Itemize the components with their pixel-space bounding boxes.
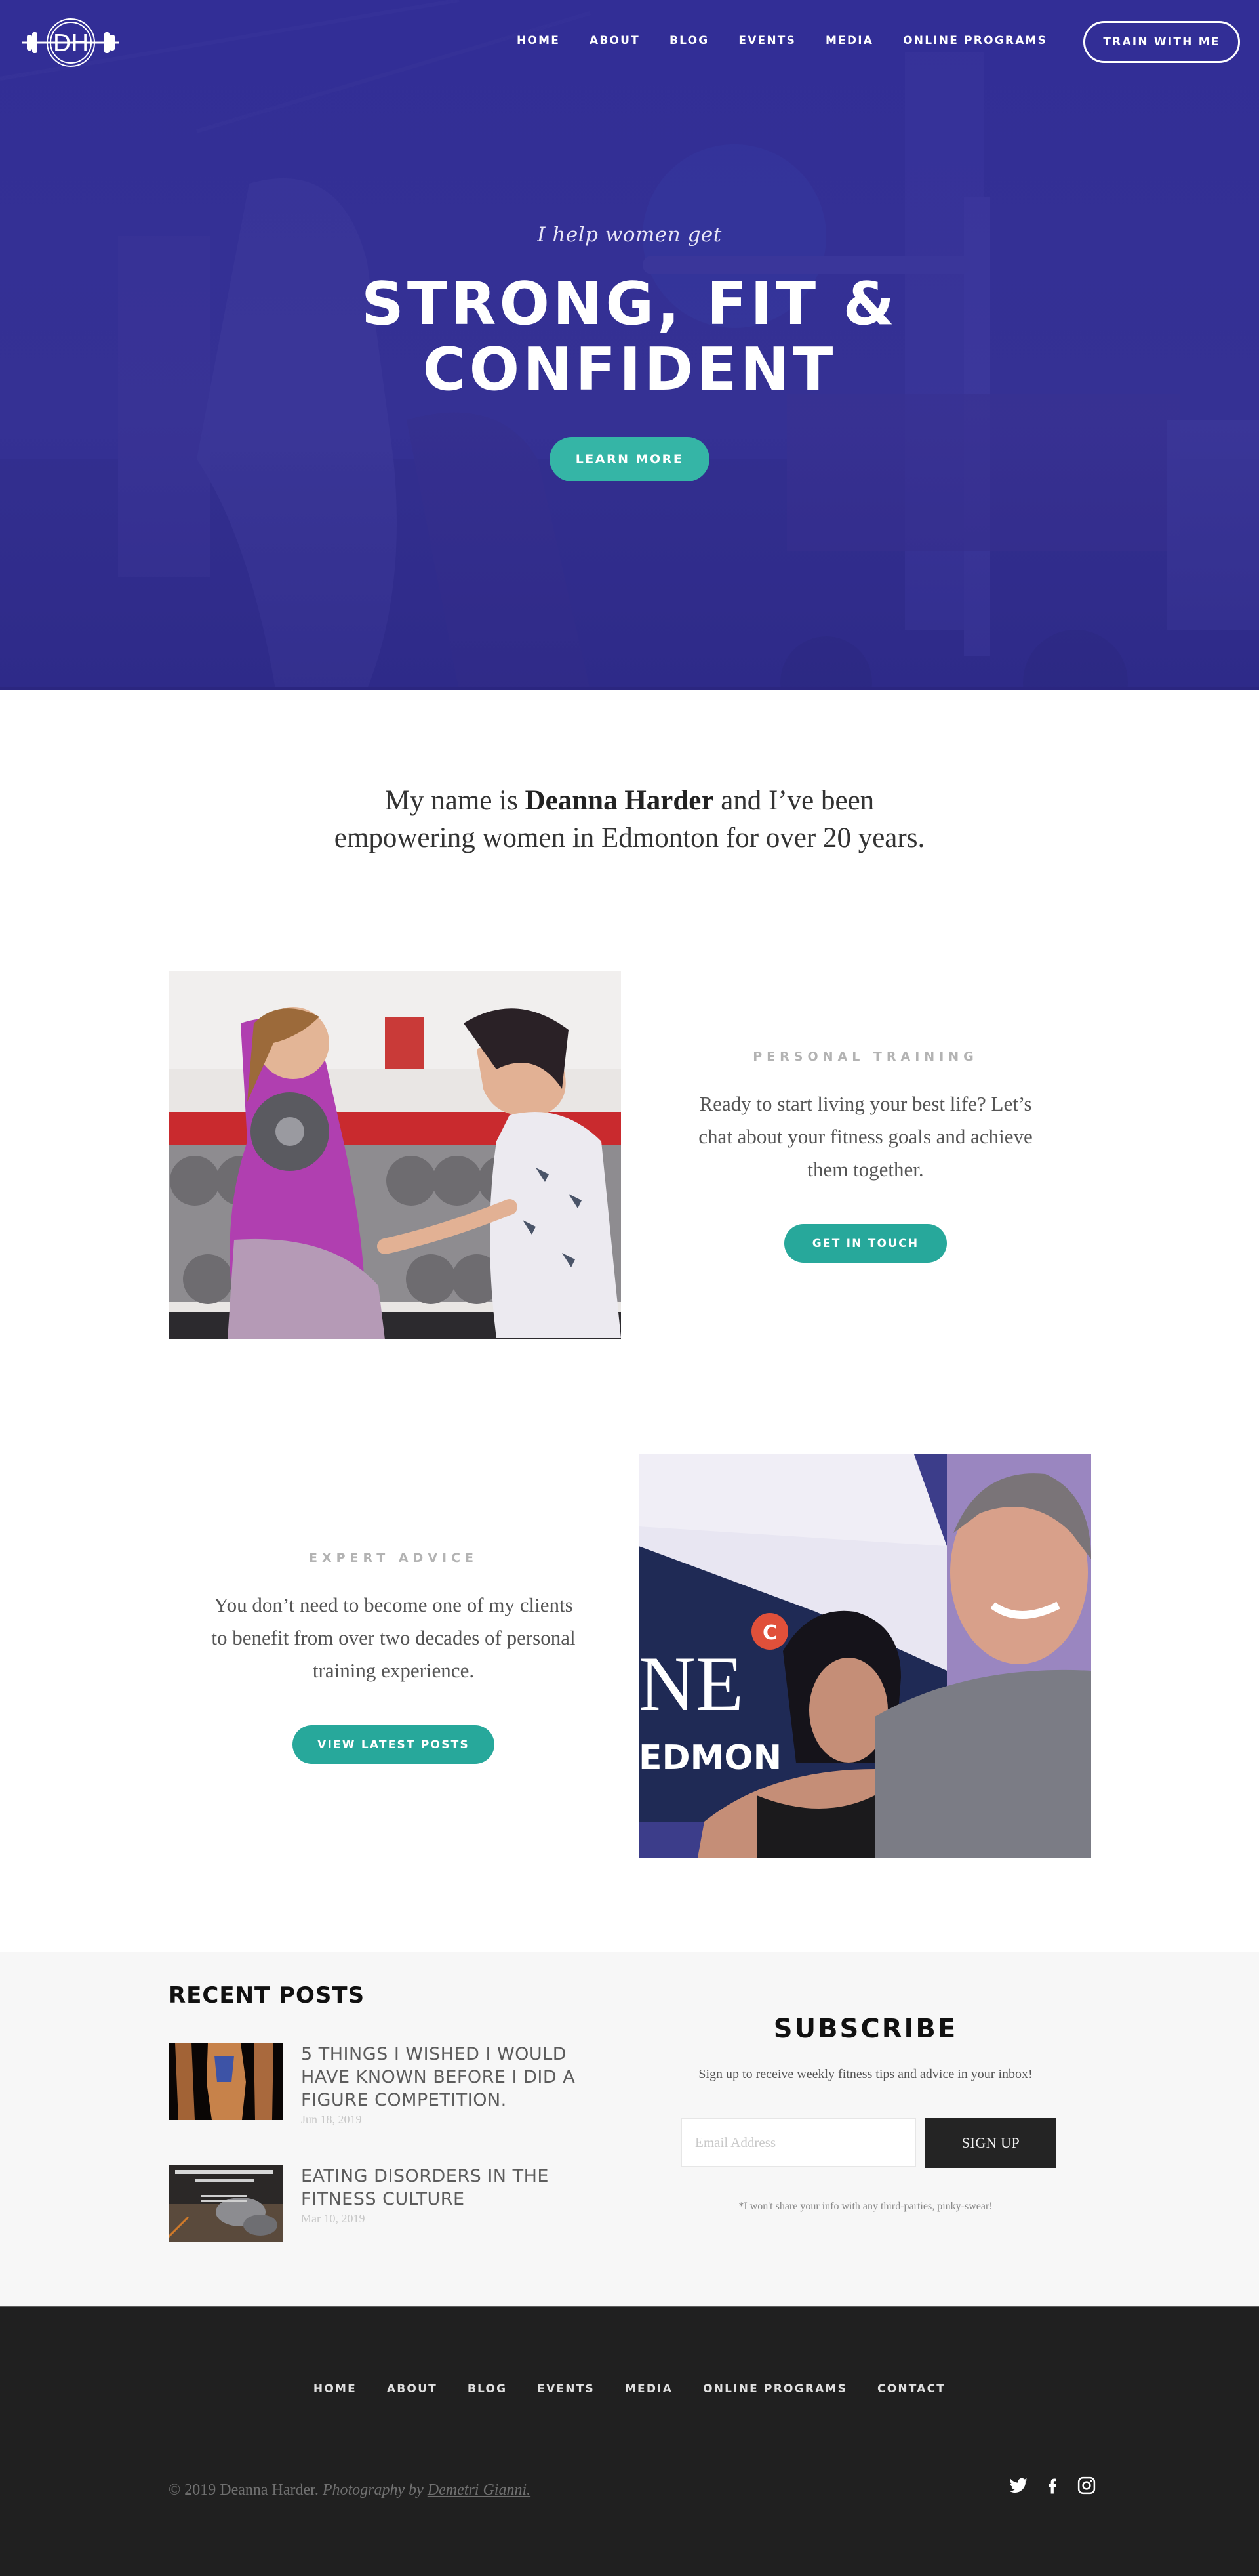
svg-text:DH: DH xyxy=(53,30,89,57)
social-links xyxy=(1009,2476,1096,2495)
svg-text:C: C xyxy=(763,1622,777,1645)
subscribe-form: SIGN UP xyxy=(656,2118,1075,2168)
learn-more-button[interactable]: LEARN MORE xyxy=(550,437,709,481)
nav-events[interactable]: EVENTS xyxy=(738,34,796,47)
personal-training-photo xyxy=(169,971,621,1339)
copyright-owner: © 2019 Deanna Harder. xyxy=(169,2482,319,2499)
sign-up-button[interactable]: SIGN UP xyxy=(925,2118,1056,2168)
svg-text:NE: NE xyxy=(639,1640,744,1727)
hero-pretitle: I help women get xyxy=(537,223,722,247)
email-input[interactable] xyxy=(681,2118,916,2167)
nav-online-programs[interactable]: ONLINE PROGRAMS xyxy=(903,34,1047,47)
hero-title: STRONG, FIT & CONFIDENT xyxy=(0,272,1259,403)
footer-nav-media[interactable]: MEDIA xyxy=(625,2382,673,2396)
nav-menu: HOME ABOUT BLOG EVENTS MEDIA ONLINE PROG… xyxy=(517,34,1077,47)
hero-title-line-2: CONFIDENT xyxy=(422,335,837,404)
post-thumbnail-figure-competition xyxy=(169,2043,283,2120)
footer-nav-online-programs[interactable]: ONLINE PROGRAMS xyxy=(703,2382,847,2396)
posts-subscribe-section: RECENT POSTS 5 THINGS I WISHED I WOULD H… xyxy=(0,1952,1259,2306)
facebook-icon[interactable] xyxy=(1043,2476,1062,2495)
hero-content: I help women get STRONG, FIT & CONFIDENT… xyxy=(0,223,1259,481)
post-title[interactable]: EATING DISORDERS IN THE FITNESS CULTURE xyxy=(301,2165,609,2211)
train-with-me-button[interactable]: TRAIN WITH ME xyxy=(1083,21,1240,63)
subscribe-description: Sign up to receive weekly fitness tips a… xyxy=(698,2067,1033,2081)
view-latest-posts-button[interactable]: VIEW LATEST POSTS xyxy=(292,1725,494,1764)
nav-blog[interactable]: BLOG xyxy=(669,34,709,47)
footer-nav-home[interactable]: HOME xyxy=(313,2382,357,2396)
intro-statement: My name is Deanna Harder and I’ve been e… xyxy=(0,782,1259,857)
post-thumbnail-eating-disorders xyxy=(169,2165,283,2242)
post-title[interactable]: 5 THINGS I WISHED I WOULD HAVE KNOWN BEF… xyxy=(301,2043,609,2112)
post-item[interactable]: EATING DISORDERS IN THE FITNESS CULTURE … xyxy=(169,2165,609,2242)
personal-training-block: PERSONAL TRAINING Ready to start living … xyxy=(682,1050,1049,1263)
intro-line-2: empowering women in Edmonton for over 20… xyxy=(334,823,925,853)
footer-navigation: HOME ABOUT BLOG EVENTS MEDIA ONLINE PROG… xyxy=(0,2382,1259,2396)
expert-advice-photo: NE EDMON C xyxy=(639,1454,1091,1858)
svg-text:EDMON: EDMON xyxy=(639,1738,782,1778)
footer-nav-blog[interactable]: BLOG xyxy=(468,2382,507,2396)
post-item[interactable]: 5 THINGS I WISHED I WOULD HAVE KNOWN BEF… xyxy=(169,2043,609,2127)
nav-about[interactable]: ABOUT xyxy=(590,34,640,47)
expert-advice-eyebrow: EXPERT ADVICE xyxy=(308,1551,479,1565)
personal-training-eyebrow: PERSONAL TRAINING xyxy=(753,1050,978,1064)
top-navigation: DH HOME ABOUT BLOG EVENTS MEDIA ONLINE P… xyxy=(0,0,1259,85)
photo-credit-prefix: Photography by xyxy=(322,2482,424,2499)
subscribe-block: SUBSCRIBE Sign up to receive weekly fitn… xyxy=(656,1952,1075,2213)
nav-media[interactable]: MEDIA xyxy=(826,34,873,47)
intro-prefix: My name is xyxy=(384,785,518,816)
hero-title-line-1: STRONG, FIT & xyxy=(361,270,898,338)
personal-training-description: Ready to start living your best life? Le… xyxy=(698,1092,1033,1181)
footer-nav-events[interactable]: EVENTS xyxy=(537,2382,595,2396)
post-date: Mar 10, 2019 xyxy=(301,2212,365,2225)
site-logo[interactable]: DH xyxy=(18,17,123,68)
copyright-text: © 2019 Deanna Harder. Photography by Dem… xyxy=(169,2482,530,2499)
intro-section: My name is Deanna Harder and I’ve been e… xyxy=(0,690,1259,1952)
expert-advice-description: You don’t need to become one of my clien… xyxy=(211,1593,576,1682)
photographer-link[interactable]: Demetri Gianni. xyxy=(428,2482,530,2499)
privacy-note: *I won't share your info with any third-… xyxy=(738,2201,993,2212)
recent-posts-title: RECENT POSTS xyxy=(169,1982,365,2009)
get-in-touch-button[interactable]: GET IN TOUCH xyxy=(784,1224,947,1263)
expert-advice-block: EXPERT ADVICE You don’t need to become o… xyxy=(210,1551,577,1764)
nav-home[interactable]: HOME xyxy=(517,34,560,47)
footer-nav-about[interactable]: ABOUT xyxy=(387,2382,437,2396)
footer-nav-contact[interactable]: CONTACT xyxy=(877,2382,946,2396)
post-date: Jun 18, 2019 xyxy=(301,2113,362,2126)
site-footer: HOME ABOUT BLOG EVENTS MEDIA ONLINE PROG… xyxy=(0,2306,1259,2576)
intro-name: Deanna Harder xyxy=(525,785,714,816)
instagram-icon[interactable] xyxy=(1077,2476,1096,2495)
subscribe-title: SUBSCRIBE xyxy=(773,2014,958,2044)
intro-suffix: and I’ve been xyxy=(721,785,875,816)
hero-section: DH HOME ABOUT BLOG EVENTS MEDIA ONLINE P… xyxy=(0,0,1259,690)
barbell-monogram-logo-icon: DH xyxy=(22,18,119,67)
twitter-icon[interactable] xyxy=(1009,2476,1028,2495)
